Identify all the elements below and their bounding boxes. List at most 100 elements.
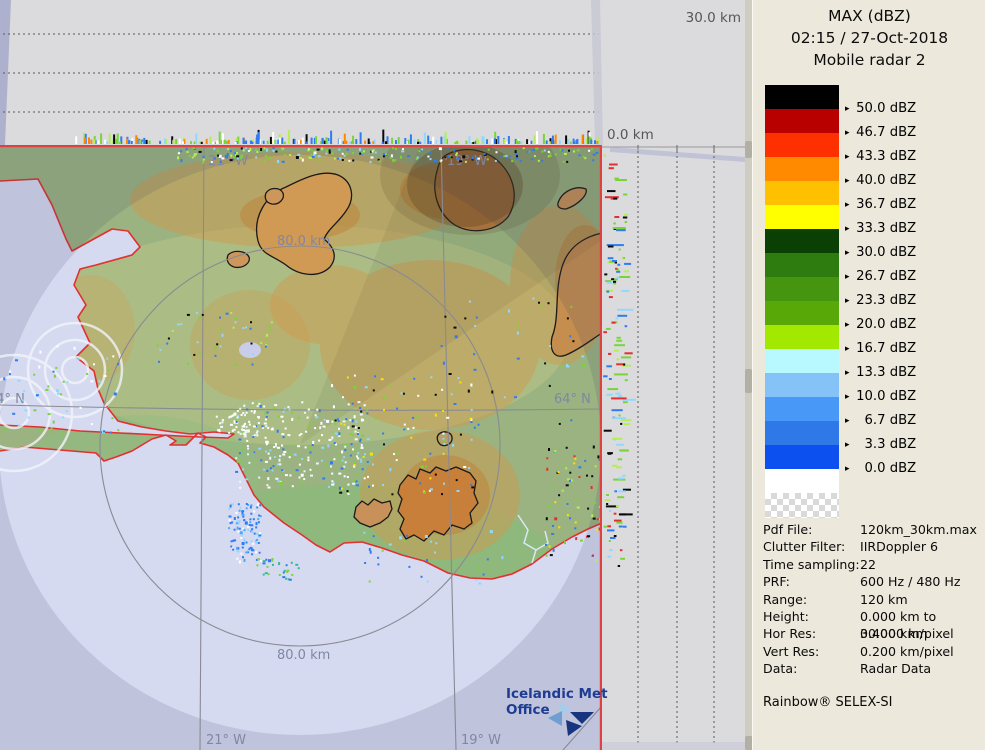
scale-label-20.0: ▸20.0 dBZ — [845, 317, 916, 333]
info-label: Time sampling: — [763, 556, 860, 573]
scale-swatch-below-min — [765, 469, 839, 493]
software-brand: Rainbow® SELEX-SI — [763, 695, 893, 710]
info-row: Pdf File: 120km_30km.max — [763, 521, 985, 538]
scale-swatch-13.3 — [765, 349, 839, 373]
radar-application-window: 30.0 km 0.0 km — [0, 0, 985, 750]
height-profile-top[interactable]: 30.0 km 0.0 km — [0, 0, 745, 145]
scale-swatch-43.3 — [765, 133, 839, 157]
scale-arrow-icon: ▸ — [845, 368, 850, 378]
info-label: Vert Res: — [763, 643, 819, 660]
scale-label-3.3: ▸3.3 dBZ — [845, 437, 916, 453]
lon-label-bottom-right: 19° W — [461, 733, 501, 748]
profile-right-background — [602, 145, 745, 750]
product-title: MAX (dBZ) — [753, 5, 985, 27]
scale-swatch-10.0 — [765, 373, 839, 397]
ring-label-top: 80.0 km — [277, 234, 330, 249]
scale-swatch-33.3 — [765, 205, 839, 229]
scale-arrow-icon: ▸ — [845, 464, 850, 474]
height-axis-zero-label: 0.0 km — [607, 127, 654, 143]
radar-name: Mobile radar 2 — [753, 49, 985, 71]
scale-arrow-icon: ▸ — [845, 416, 850, 426]
info-value: 600 Hz / 480 Hz — [860, 573, 961, 590]
info-label: Hor Res: — [763, 625, 816, 642]
logo-text-line1: Icelandic Met — [506, 686, 626, 702]
scan-info-list: Pdf File: 120km_30km.maxClutter Filter:II… — [763, 521, 985, 678]
scale-arrow-icon: ▸ — [845, 152, 850, 162]
info-value: 0.200 km/pixel — [860, 643, 954, 660]
info-value: 0.400 km/pixel — [860, 625, 954, 642]
scale-label-50.0: ▸50.0 dBZ — [845, 101, 916, 117]
height-profile-right[interactable] — [602, 145, 745, 750]
scale-label-46.7: ▸46.7 dBZ — [845, 125, 916, 141]
scale-swatch-0.0 — [765, 445, 839, 469]
scale-swatch-6.7 — [765, 397, 839, 421]
splitter-handle-middle[interactable] — [745, 369, 752, 393]
info-label: Range: — [763, 591, 807, 608]
info-row: Vert Res: 0.200 km/pixel — [763, 643, 985, 660]
scale-arrow-icon: ▸ — [845, 104, 850, 114]
scale-swatch-16.7 — [765, 325, 839, 349]
scale-arrow-icon: ▸ — [845, 344, 850, 354]
icelandic-met-office-logo: Icelandic Met Office — [506, 686, 626, 718]
scale-swatch-50.0 — [765, 85, 839, 109]
info-label: Data: — [763, 660, 797, 677]
radar-map[interactable]: 21° W 19° W 21° W 19° W 64° N 64° N 80.0… — [0, 145, 602, 750]
lat-label-right: 64° N — [554, 392, 591, 407]
info-label: Height: — [763, 608, 809, 625]
info-value: 120km_30km.max — [860, 521, 977, 538]
scale-swatch-40.0 — [765, 157, 839, 181]
scale-arrow-icon: ▸ — [845, 200, 850, 210]
scale-label-16.7: ▸16.7 dBZ — [845, 341, 916, 357]
info-row: Clutter Filter:IIRDoppler 6 — [763, 538, 985, 555]
scale-arrow-icon: ▸ — [845, 128, 850, 138]
scale-arrow-icon: ▸ — [845, 272, 850, 282]
color-scale-swatches — [765, 85, 839, 518]
scale-label-40.0: ▸40.0 dBZ — [845, 173, 916, 189]
scale-label-23.3: ▸23.3 dBZ — [845, 293, 916, 309]
scale-swatch-3.3 — [765, 421, 839, 445]
scale-swatch-30.0 — [765, 229, 839, 253]
scale-label-43.3: ▸43.3 dBZ — [845, 149, 916, 165]
lon-label-bottom-left: 21° W — [206, 733, 246, 748]
scale-swatch-36.7 — [765, 181, 839, 205]
info-row: Hor Res: 0.400 km/pixel — [763, 625, 985, 642]
scale-arrow-icon: ▸ — [845, 392, 850, 402]
info-row: PRF: 600 Hz / 480 Hz — [763, 573, 985, 590]
info-value: 22 — [860, 556, 876, 573]
info-label: Clutter Filter: — [763, 538, 845, 555]
scale-label-10.0: ▸10.0 dBZ — [845, 389, 916, 405]
scale-label-33.3: ▸33.3 dBZ — [845, 221, 916, 237]
scale-swatch-46.7 — [765, 109, 839, 133]
info-row: Height:0.000 km to 30.000 km — [763, 608, 985, 625]
info-row: Range: 120 km — [763, 591, 985, 608]
scale-arrow-icon: ▸ — [845, 176, 850, 186]
height-axis-max-label: 30.0 km — [686, 10, 741, 26]
info-row: Data:Radar Data — [763, 660, 985, 677]
info-label: Pdf File: — [763, 521, 812, 538]
scale-arrow-icon: ▸ — [845, 296, 850, 306]
scale-label-26.7: ▸26.7 dBZ — [845, 269, 916, 285]
legend-panel: MAX (dBZ) 02:15 / 27-Oct-2018 Mobile rad… — [752, 0, 985, 750]
profile-top-background — [0, 0, 745, 145]
info-value: 120 km — [860, 591, 908, 608]
scale-swatch-23.3 — [765, 277, 839, 301]
lon-label-top-right: 19° W — [447, 154, 487, 169]
lake — [239, 342, 261, 358]
scale-arrow-icon: ▸ — [845, 224, 850, 234]
scale-arrow-icon: ▸ — [845, 320, 850, 330]
panel-splitter[interactable] — [745, 0, 752, 750]
info-label: PRF: — [763, 573, 790, 590]
scale-label-6.7: ▸6.7 dBZ — [845, 413, 916, 429]
info-row: Time sampling:22 — [763, 556, 985, 573]
splitter-handle-top[interactable] — [745, 141, 752, 158]
scale-swatch-no-data — [765, 493, 839, 518]
panel-header: MAX (dBZ) 02:15 / 27-Oct-2018 Mobile rad… — [753, 5, 985, 71]
scale-swatch-26.7 — [765, 253, 839, 277]
lat-label-left: 64° N — [0, 392, 25, 407]
scale-arrow-icon: ▸ — [845, 248, 850, 258]
scale-label-13.3: ▸13.3 dBZ — [845, 365, 916, 381]
scale-label-30.0: ▸30.0 dBZ — [845, 245, 916, 261]
projection-edge-bottom — [602, 742, 745, 750]
scale-arrow-icon: ▸ — [845, 440, 850, 450]
logo-pinwheel-icon — [548, 703, 596, 737]
